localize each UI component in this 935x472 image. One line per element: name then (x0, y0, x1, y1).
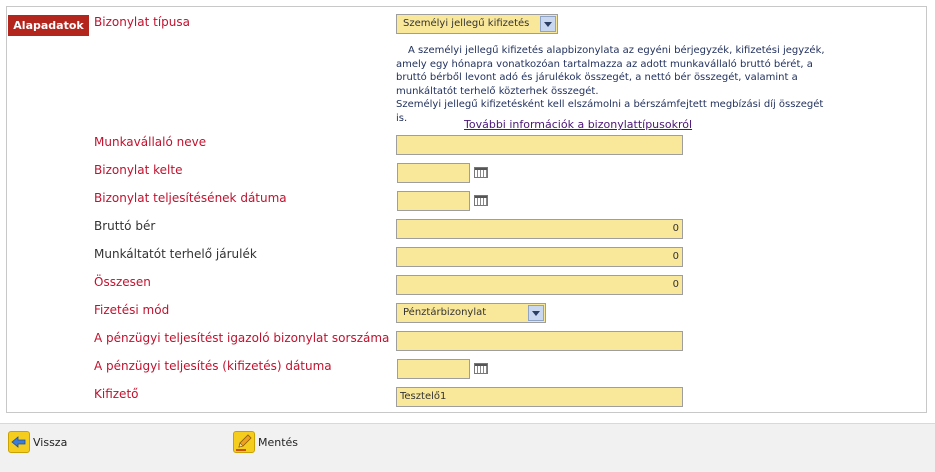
calendar-icon[interactable] (474, 195, 488, 206)
calendar-icon[interactable] (474, 167, 488, 178)
save-label: Mentés (258, 435, 299, 449)
pencil-icon (233, 431, 255, 453)
completion-date-label: Bizonylat teljesítésének dátuma (94, 191, 287, 205)
payer-label: Kifizető (94, 387, 139, 401)
employee-label: Munkavállaló neve (94, 135, 207, 149)
type-select[interactable]: Személyi jellegű kifizetés (396, 14, 558, 34)
calendar-icon[interactable] (474, 363, 488, 374)
payment-date-label: A pénzügyi teljesítés (kifizetés) dátuma (94, 359, 332, 373)
description-line: munkáltatót terhelő közterhek összegét. (396, 85, 599, 97)
contrib-label: Munkáltatót terhelő járulék (94, 247, 257, 261)
date-label: Bizonylat kelte (94, 163, 183, 177)
contrib-input[interactable]: 0 (396, 247, 683, 267)
tab-alapadatok[interactable]: Alapadatok (8, 15, 89, 36)
description-line: A személyi jellegű kifizetés alapbizonyl… (408, 45, 825, 56)
employee-input[interactable] (396, 135, 683, 155)
total-input[interactable]: 0 (396, 275, 683, 295)
payment-mode-select[interactable]: Pénztárbizonylat (396, 303, 546, 323)
completion-date-input[interactable] (397, 191, 470, 211)
save-button[interactable]: Mentés (233, 431, 298, 453)
chevron-down-icon[interactable] (528, 305, 544, 321)
payment-mode-value: Pénztárbizonylat (403, 307, 487, 318)
gross-label: Bruttó bér (94, 219, 156, 233)
gross-input[interactable]: 0 (396, 219, 683, 239)
proof-number-input[interactable] (396, 331, 683, 351)
total-label: Összesen (94, 275, 151, 289)
proof-number-label: A pénzügyi teljesítést igazoló bizonylat… (94, 331, 390, 345)
payment-date-input[interactable] (397, 359, 470, 379)
back-label: Vissza (33, 435, 68, 449)
type-select-value: Személyi jellegű kifizetés (403, 18, 530, 29)
type-label: Bizonylat típusa (94, 15, 190, 29)
payment-mode-label: Fizetési mód (94, 303, 170, 317)
payer-input[interactable]: Tesztelő1 (396, 387, 683, 407)
date-input[interactable] (397, 163, 470, 183)
chevron-down-icon[interactable] (540, 16, 556, 32)
back-arrow-icon (8, 431, 30, 453)
description-line: amely egy hónapra vonatkozóan tartalmazz… (396, 58, 813, 70)
description-line: bruttó bérből levont adó és járulékok ös… (396, 72, 798, 83)
footer-bar: Vissza Mentés (0, 423, 935, 472)
more-info-link[interactable]: További információk a bizonylattípusokró… (464, 118, 692, 131)
type-description: A személyi jellegű kifizetés alapbizonyl… (396, 44, 836, 125)
back-button[interactable]: Vissza (8, 431, 67, 453)
